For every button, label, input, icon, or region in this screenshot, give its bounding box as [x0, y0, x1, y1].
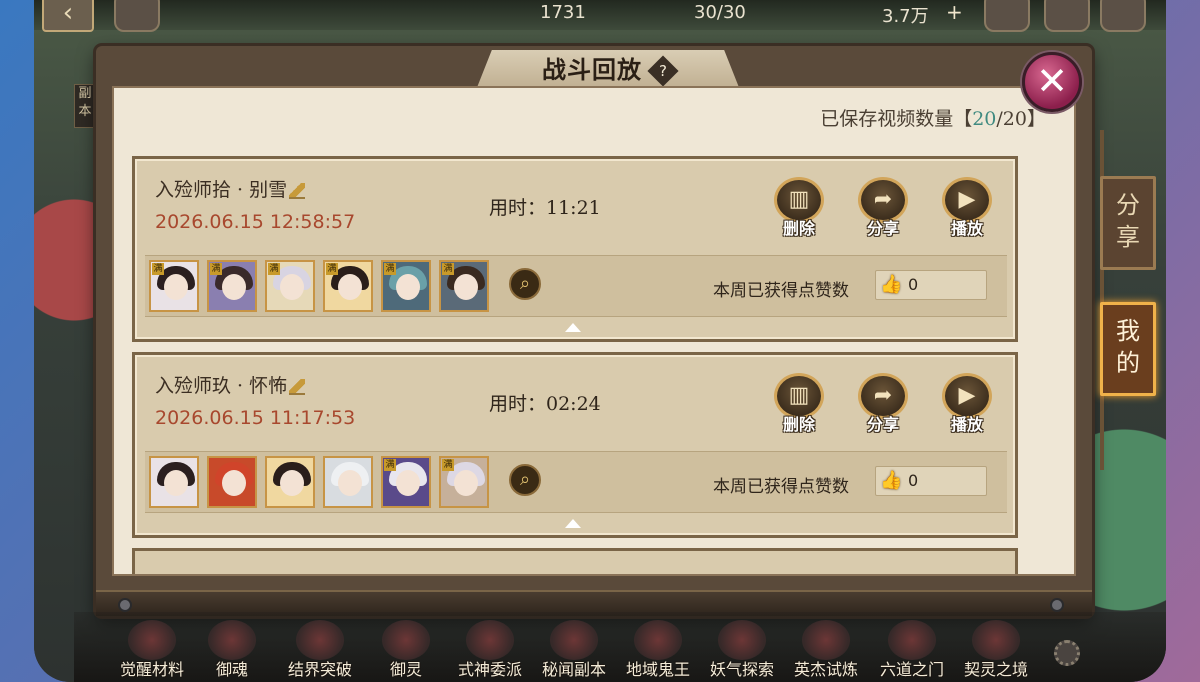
- dock-soul[interactable]: 御魂: [192, 620, 272, 680]
- team-lineup: 满 满 ⌕ 本周已获得点赞数 👍 0: [145, 451, 1007, 513]
- battle-replay-panel: 战斗回放? 已保存视频数量【20/20】 入殓师拾 · 别雪 2026.06.1…: [96, 46, 1092, 616]
- play-button[interactable]: ▶ 播放: [939, 373, 995, 435]
- shikigami-avatar[interactable]: [265, 456, 315, 508]
- shikigami-avatar[interactable]: [149, 456, 199, 508]
- realm-raid-icon: [296, 620, 344, 660]
- replay-record-partial[interactable]: [132, 548, 1018, 574]
- hero-trial-icon: [802, 620, 850, 660]
- bottom-dock: 觉醒材料 御魂 结界突破 御灵 式神委派 秘闻副本 地域鬼王 妖气探索 英杰试炼…: [74, 612, 1166, 682]
- shikigami-avatar[interactable]: [323, 456, 373, 508]
- shikigami-avatar[interactable]: 满: [439, 260, 489, 312]
- record-title[interactable]: 入殓师玖 · 怀怖: [155, 371, 306, 398]
- demon-king-icon: [634, 620, 682, 660]
- dock-demon-king[interactable]: 地域鬼王: [618, 620, 698, 680]
- resource-count: 1731: [540, 2, 586, 23]
- record-timestamp: 2026.06.15 12:58:57: [155, 211, 356, 233]
- top-status-bar: ‹ 1731 30/30 3.7万 +: [34, 0, 1166, 32]
- stamina-count: 30/30: [694, 2, 746, 23]
- six-gates-icon: [888, 620, 936, 660]
- shikigami-avatar[interactable]: 满: [381, 260, 431, 312]
- help-icon[interactable]: ?: [647, 54, 679, 87]
- panel-content: 已保存视频数量【20/20】 入殓师拾 · 别雪 2026.06.15 12:5…: [112, 86, 1076, 576]
- share-button[interactable]: ➦ 分享: [855, 177, 911, 239]
- expand-arrow-icon[interactable]: [565, 519, 581, 528]
- edit-icon[interactable]: [289, 183, 306, 199]
- expand-arrow-icon[interactable]: [565, 323, 581, 332]
- record-duration: 用时：11:21: [489, 197, 601, 219]
- record-title[interactable]: 入殓师拾 · 别雪: [155, 175, 306, 202]
- back-button[interactable]: ‹: [42, 0, 94, 32]
- dock-secret-zone[interactable]: 秘闻副本: [534, 620, 614, 680]
- contract-realm-icon: [972, 620, 1020, 660]
- dock-contract-realm[interactable]: 契灵之境: [956, 620, 1036, 680]
- secret-zone-icon: [550, 620, 598, 660]
- delete-button[interactable]: ▥ 删除: [771, 177, 827, 239]
- dock-spirit[interactable]: 御灵: [366, 620, 446, 680]
- add-currency-button[interactable]: +: [946, 0, 963, 24]
- team-lineup: 满 满 满 满 满 满 ⌕ 本周已获得点赞数 👍 0: [145, 255, 1007, 317]
- dock-awakening-materials[interactable]: 觉醒材料: [112, 620, 192, 680]
- shikigami-avatar[interactable]: 满: [207, 260, 257, 312]
- back-arrow-icon: ‹: [62, 0, 74, 28]
- thumbs-up-icon: 👍: [880, 470, 903, 491]
- game-screen: ‹ 1731 30/30 3.7万 + 副本 战斗回放? 已保存视频数量【20/…: [34, 0, 1166, 682]
- exploration-icon: [718, 620, 766, 660]
- panel-title: 战斗回放: [542, 55, 642, 84]
- weekly-likes-label: 本周已获得点赞数: [713, 477, 849, 497]
- replay-record[interactable]: 入殓师玖 · 怀怖 2026.06.15 11:17:53 用时：02:24 ▥…: [132, 352, 1018, 538]
- dock-realm-raid[interactable]: 结界突破: [280, 620, 360, 680]
- saved-current: 20: [972, 108, 997, 130]
- shikigami-avatar[interactable]: 满: [439, 456, 489, 508]
- search-icon[interactable]: ⌕: [509, 268, 541, 300]
- flower-icon[interactable]: [984, 0, 1030, 32]
- saved-video-count: 已保存视频数量【20/20】: [820, 108, 1046, 130]
- close-icon: ✕: [1036, 59, 1068, 103]
- mail-icon[interactable]: [1044, 0, 1090, 32]
- tab-share[interactable]: 分享: [1100, 176, 1156, 270]
- tab-mine[interactable]: 我的: [1100, 302, 1156, 396]
- edit-icon[interactable]: [289, 379, 306, 395]
- weekly-likes-label: 本周已获得点赞数: [713, 281, 849, 301]
- thumbs-up-icon: 👍: [880, 274, 903, 295]
- spirit-icon: [382, 620, 430, 660]
- search-icon[interactable]: ⌕: [509, 464, 541, 496]
- awakening-icon: [128, 620, 176, 660]
- panel-title-plate: 战斗回放?: [476, 50, 740, 90]
- shikigami-avatar[interactable]: 满: [323, 260, 373, 312]
- likes-counter: 👍 0: [875, 466, 987, 496]
- replay-list[interactable]: 入殓师拾 · 别雪 2026.06.15 12:58:57 用时：11:21 ▥…: [132, 156, 1024, 574]
- shikigami-avatar[interactable]: [207, 456, 257, 508]
- shikigami-avatar[interactable]: 满: [265, 260, 315, 312]
- play-button[interactable]: ▶ 播放: [939, 177, 995, 239]
- shikigami-avatar[interactable]: 满: [381, 456, 431, 508]
- chat-icon[interactable]: [1100, 0, 1146, 32]
- likes-counter: 👍 0: [875, 270, 987, 300]
- menu-icon[interactable]: [114, 0, 160, 32]
- saved-max: 20: [1002, 108, 1027, 130]
- side-label-left: 副本: [74, 84, 96, 128]
- share-button[interactable]: ➦ 分享: [855, 373, 911, 435]
- dock-six-gates[interactable]: 六道之门: [872, 620, 952, 680]
- close-button[interactable]: ✕: [1022, 52, 1082, 112]
- shikigami-avatar[interactable]: 满: [149, 260, 199, 312]
- gear-icon[interactable]: [1054, 640, 1080, 666]
- record-duration: 用时：02:24: [489, 393, 601, 415]
- dock-dispatch[interactable]: 式神委派: [450, 620, 530, 680]
- currency-count: 3.7万: [882, 6, 929, 27]
- dock-hero-trial[interactable]: 英杰试炼: [786, 620, 866, 680]
- replay-record[interactable]: 入殓师拾 · 别雪 2026.06.15 12:58:57 用时：11:21 ▥…: [132, 156, 1018, 342]
- record-timestamp: 2026.06.15 11:17:53: [155, 407, 356, 429]
- soul-icon: [208, 620, 256, 660]
- dock-exploration[interactable]: 妖气探索: [702, 620, 782, 680]
- dispatch-icon: [466, 620, 514, 660]
- delete-button[interactable]: ▥ 删除: [771, 373, 827, 435]
